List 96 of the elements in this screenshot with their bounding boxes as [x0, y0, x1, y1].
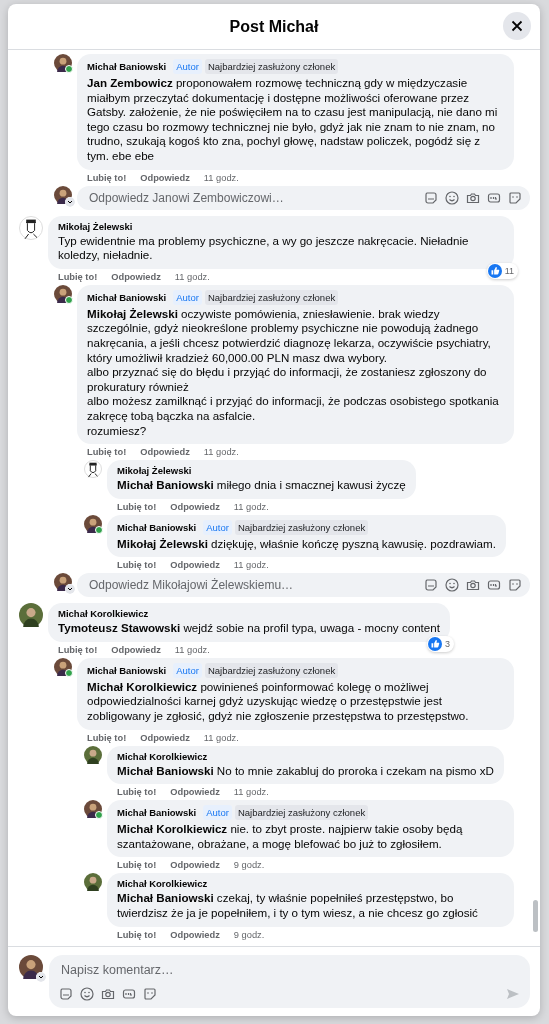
sticker-icon[interactable]	[424, 190, 438, 205]
comment-text: Typ ewidentnie ma problemy psychiczne, a wy go jeszcze nakręcacie. Nieładnie koledzy, nieładnie.	[58, 233, 470, 263]
like-icon	[487, 263, 502, 278]
like-link[interactable]: Lubię to!	[117, 560, 157, 571]
reply-link[interactable]: Odpowiedz	[111, 271, 161, 282]
gif-icon[interactable]	[122, 987, 136, 1001]
reply-field[interactable]: Odpowiedz Janowi Zembowiczowi…	[87, 189, 417, 206]
comment-text: Mikołaj Żelewski oczywiste pomówienia, zniesławienie. brak wiedzy szczególnie, gdyż nieokreślone problemy psychiczne nie powodują żadnego nakręcania, a jeśli chcesz potwierdzić diagnozę lekarza, oczywiście psychiatry, który umożliwił kradzież 60,000.00 PLN masz dwa wybory. albo przyznać się do błędu i przyjąć do informacji, że zostaniesz zgłoszony do prokuratury również albo możesz zamilknąć i przyjąć do informacji, że podczas osobistego spotkania zakręcę tobą bączka na asfalcie. rozumiesz?	[87, 306, 500, 439]
author-badge: Autor	[203, 519, 232, 535]
reply-box[interactable]: Odpowiedz Janowi Zembowiczowi…	[77, 185, 530, 210]
comment-time: 9 godz.	[233, 860, 265, 871]
comment-text: Michał Korolkiewicz powinieneś poinformować kolegę o możliwej odpowiedzialności karnej gdyż uzyskując wiedzę o przestępstwie jest zobligowany je zgłosić, gdyż nie zgłoszenie przestępstwa to przestępstwo.	[87, 679, 470, 724]
dialog-title: Post Michał	[229, 17, 319, 36]
gif-icon[interactable]	[487, 578, 501, 593]
emoji-icon[interactable]	[445, 190, 459, 205]
camera-icon[interactable]	[466, 578, 480, 593]
sticker-face-icon[interactable]	[508, 578, 522, 593]
author-name[interactable]: Michał Korolkiewicz	[117, 878, 208, 890]
author-name[interactable]: Mikołaj Żelewski	[117, 465, 192, 477]
comment-text: Mikołaj Żelewski dziękuję, właśnie kończę pyszną kawusię. pozdrawiam.	[117, 536, 496, 552]
avatar-icon	[54, 185, 72, 204]
like-link[interactable]: Lubię to!	[117, 787, 157, 798]
author-name[interactable]: Michał Korolkiewicz	[58, 608, 149, 620]
like-link[interactable]: Lubię to!	[87, 732, 127, 743]
sticker-face-icon[interactable]	[143, 987, 157, 1001]
reply-box[interactable]: Odpowiedz Mikołajowi Żelewskiemu…	[77, 573, 530, 598]
author-badge: Autor	[173, 289, 202, 305]
author-name[interactable]: Michał Baniowski	[117, 521, 197, 533]
author-badge: Autor	[173, 662, 202, 678]
comment-text: Tymoteusz Stawowski wejdź sobie na profil typa, uwaga - mocny content	[58, 621, 440, 636]
comment-text: Jan Zembowicz proponowałem rozmowę techniczną gdy w międzyczasie miałbym przeczytać dokumentację i dostępne możliwości oferowane przez Gatsby. założenie, że nie poświęciłem na to czasu jest manipulacją, nie dano mi tego czasu bo rozmowy technicznej nie było, gdyż jak nie znam to nie znam, no trudno, szukają kogoś kto zna, pochyl głowę, nadstaw policzek, pogódź się z tym. ebe ebe	[87, 76, 499, 164]
comment-text: Michał Baniowski miłego dnia i smacznej kawusi życzę	[117, 478, 406, 493]
reply-link[interactable]: Odpowiedz	[170, 501, 220, 512]
author-name[interactable]: Michał Korolkiewicz	[117, 750, 208, 762]
like-link[interactable]: Lubię to!	[58, 271, 98, 282]
member-badge: Najbardziej zasłużony członek	[234, 805, 369, 821]
camera-icon[interactable]	[466, 190, 480, 205]
like-link[interactable]: Lubię to!	[117, 501, 157, 512]
comment-text: Michał Korolkiewicz nie. to zbyt proste. najpierw takie osoby będą szantażowane, obrażane, a mogę blefować bo już to zgłosiłem.	[117, 822, 464, 852]
emoji-icon[interactable]	[80, 987, 94, 1001]
like-link[interactable]: Lubię to!	[117, 929, 157, 940]
close-button[interactable]	[503, 12, 531, 40]
reaction-count[interactable]: 3	[426, 635, 454, 652]
reply-link[interactable]: Odpowiedz	[140, 447, 190, 458]
comment-field[interactable]: Napisz komentarz…	[59, 962, 520, 978]
reply-link[interactable]: Odpowiedz	[111, 644, 161, 655]
scrollbar[interactable]	[533, 900, 538, 932]
chevron-down-icon[interactable]	[65, 196, 75, 207]
emoji-icon[interactable]	[445, 578, 459, 593]
comment-time: 11 godz.	[203, 172, 239, 183]
comment-text: Michał Baniowski czekaj, ty właśnie popełniłeś przestępstwo, bo twierdzisz że ja je popełniłem, i ty o tym wiesz, a nie chcesz go zgłosić	[117, 891, 479, 921]
reply-link[interactable]: Odpowiedz	[170, 787, 220, 798]
reply-link[interactable]: Odpowiedz	[140, 732, 190, 743]
like-link[interactable]: Lubię to!	[58, 644, 98, 655]
author-name[interactable]: Michał Baniowski	[87, 291, 167, 303]
reply-link[interactable]: Odpowiedz	[170, 560, 220, 571]
comment-time: 11 godz.	[174, 271, 210, 282]
comment-box[interactable]: Napisz komentarz…	[49, 955, 530, 1008]
author-name[interactable]: Mikołaj Żelewski	[58, 220, 133, 232]
chevron-down-icon[interactable]	[65, 584, 75, 595]
comment-time: 11 godz.	[203, 732, 239, 743]
author-name[interactable]: Michał Baniowski	[117, 807, 197, 819]
member-badge: Najbardziej zasłużony członek	[204, 289, 339, 305]
sticker-face-icon[interactable]	[508, 190, 522, 205]
comment-time: 11 godz.	[174, 644, 210, 655]
comment-time: 11 godz.	[233, 560, 269, 571]
reaction-count[interactable]: 11	[486, 262, 518, 279]
avatar-icon	[19, 955, 43, 979]
comment-time: 11 godz.	[233, 501, 269, 512]
author-name[interactable]: Michał Baniowski	[87, 664, 167, 676]
comment-time: 11 godz.	[233, 787, 269, 798]
member-badge: Najbardziej zasłużony członek	[204, 59, 339, 74]
reply-link[interactable]: Odpowiedz	[170, 860, 220, 871]
reply-link[interactable]: Odpowiedz	[140, 172, 190, 183]
like-link[interactable]: Lubię to!	[87, 447, 127, 458]
member-badge: Najbardziej zasłużony członek	[234, 519, 369, 535]
comment-time: 11 godz.	[203, 447, 239, 458]
sticker-icon[interactable]	[59, 987, 73, 1001]
like-link[interactable]: Lubię to!	[117, 860, 157, 871]
reply-field[interactable]: Odpowiedz Mikołajowi Żelewskiemu…	[87, 577, 417, 594]
camera-icon[interactable]	[101, 987, 115, 1001]
author-badge: Autor	[173, 59, 202, 74]
member-badge: Najbardziej zasłużony członek	[204, 662, 339, 678]
sticker-icon[interactable]	[424, 578, 438, 593]
reaction-number: 11	[504, 265, 514, 276]
like-link[interactable]: Lubię to!	[87, 172, 127, 183]
chevron-down-icon[interactable]	[36, 972, 46, 982]
author-name[interactable]: Michał Baniowski	[87, 61, 167, 72]
close-icon	[511, 20, 523, 32]
author-badge: Autor	[203, 805, 232, 821]
comment-text: Michał Baniowski No to mnie zakabluj do proroka i czekam na pismo xD	[117, 763, 494, 779]
like-icon	[427, 636, 442, 651]
comment-time: 9 godz.	[233, 929, 265, 940]
gif-icon[interactable]	[487, 190, 501, 205]
reply-link[interactable]: Odpowiedz	[170, 929, 220, 940]
reaction-number: 3	[444, 638, 450, 649]
